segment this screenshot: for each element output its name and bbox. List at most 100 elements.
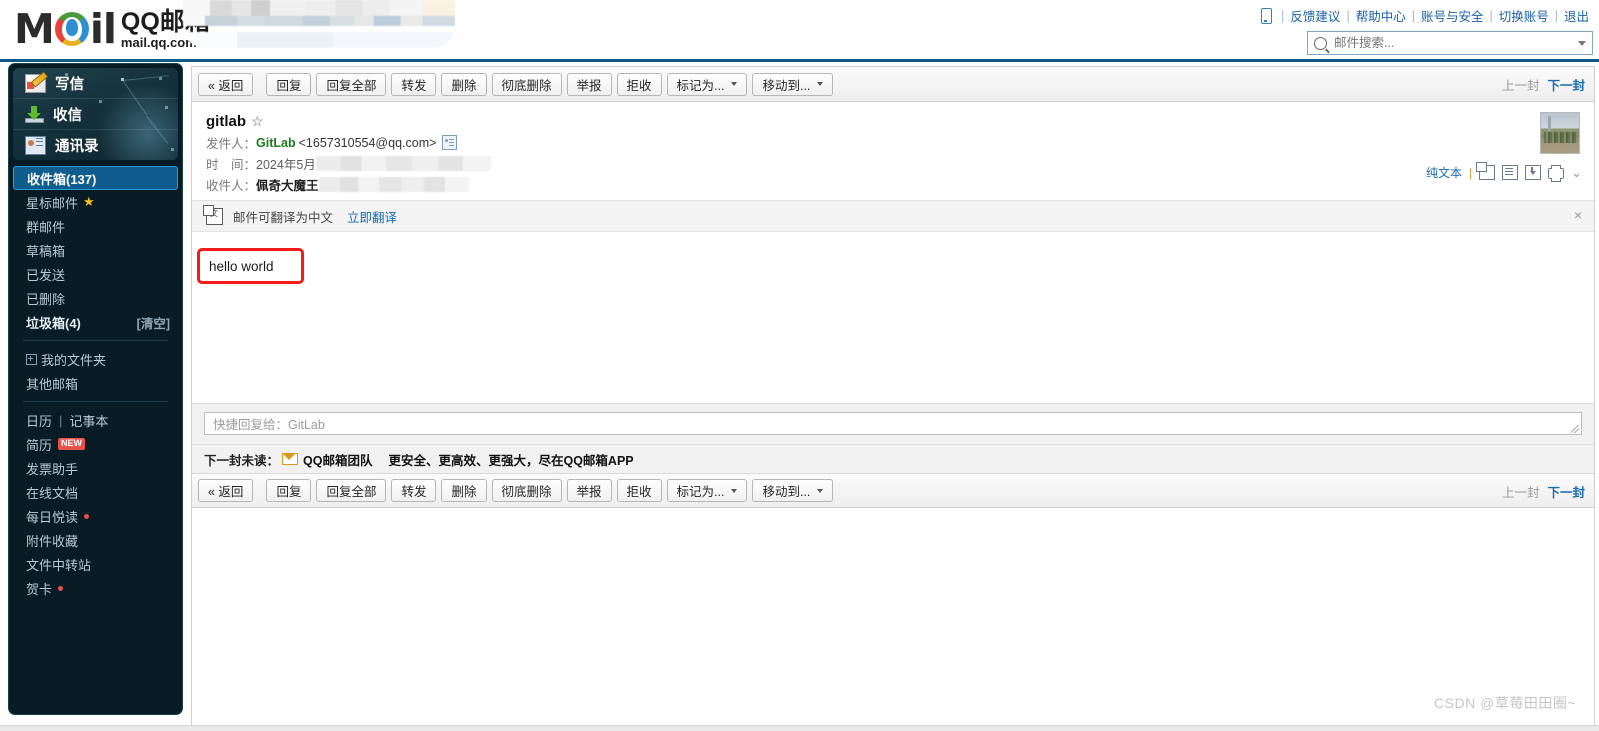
- reply-all-button-bottom-label: 回复全部: [326, 485, 377, 499]
- next-unread-bar[interactable]: 下一封未读： QQ邮箱团队 更安全、更高效、更强大，尽在QQ邮箱APP: [192, 444, 1594, 473]
- sidebar-trash-empty-link[interactable]: [清空]: [137, 313, 170, 332]
- sidebar-item-other-mailbox[interactable]: 其他邮箱: [13, 371, 178, 395]
- empty-area: CSDN @草莓田田圈~: [192, 508, 1594, 721]
- sidebar-compose-write[interactable]: 写信: [13, 68, 178, 98]
- sidebar-item-attachment-favorites-label: 附件收藏: [26, 533, 79, 549]
- resize-handle[interactable]: [1571, 425, 1579, 433]
- sidebar-item-resume[interactable]: 简历 NEW: [13, 432, 178, 456]
- next-unread-subject[interactable]: 更安全、更高效、更强大，尽在QQ邮箱APP: [388, 450, 633, 469]
- sidebar-compose-contacts[interactable]: 通讯录: [13, 129, 178, 160]
- notification-dot-icon: [84, 513, 90, 519]
- chevron-down-icon[interactable]: ⌄: [1571, 166, 1582, 179]
- mail-subject: gitlab ☆: [206, 113, 1580, 130]
- plain-text-link[interactable]: 纯文本: [1426, 164, 1462, 181]
- next-mail-link[interactable]: 下一封: [1547, 75, 1585, 94]
- search-input[interactable]: [1332, 35, 1578, 51]
- sidebar-item-calendar-label[interactable]: 日历: [26, 411, 52, 430]
- qq-mail-logo[interactable]: Mil QQ邮箱 mail.qq.com: [14, 4, 210, 54]
- sidebar-item-calendar-notebook[interactable]: 日历 | 记事本: [13, 408, 178, 432]
- sidebar-item-greeting-card[interactable]: 贺卡: [13, 576, 178, 600]
- sidebar-item-drafts[interactable]: 草稿箱: [13, 238, 178, 262]
- chevron-down-icon: [731, 82, 738, 86]
- redacted-date-remainder: [315, 156, 491, 171]
- reply-all-button-bottom[interactable]: 回复全部: [316, 479, 387, 502]
- sidebar-compose-receive[interactable]: 收信: [13, 98, 178, 129]
- move-to-dropdown[interactable]: 移动到...: [752, 72, 834, 96]
- header-link-switch-account[interactable]: 切换账号: [1499, 6, 1549, 25]
- header-link-logout[interactable]: 退出: [1564, 6, 1589, 25]
- receive-icon: [25, 105, 44, 123]
- watermark: CSDN @草莓田田圈~: [1434, 695, 1576, 711]
- sidebar-item-notebook-label[interactable]: 记事本: [69, 411, 108, 430]
- prev-mail-link-bottom[interactable]: 上一封: [1502, 482, 1540, 501]
- reply-button[interactable]: 回复: [266, 72, 312, 96]
- sidebar-item-group-mail-label: 群邮件: [26, 219, 66, 235]
- sidebar-compose-panel: 写信 收信 通讯录: [13, 68, 178, 160]
- sidebar-item-attachment-favorites[interactable]: 附件收藏: [13, 528, 178, 552]
- save-icon[interactable]: [1525, 165, 1542, 180]
- forward-button-bottom[interactable]: 转发: [391, 479, 437, 502]
- mark-as-dropdown[interactable]: 标记为...: [666, 72, 748, 96]
- sidebar-item-group-mail[interactable]: 群邮件: [13, 214, 178, 238]
- next-unread-sender[interactable]: QQ邮箱团队: [303, 450, 372, 469]
- mail-from-name[interactable]: GitLab: [256, 136, 296, 150]
- mail-nav-top: 上一封 下一封: [1502, 67, 1585, 102]
- star-icon[interactable]: ☆: [251, 113, 264, 130]
- chevron-down-icon[interactable]: [1578, 40, 1586, 46]
- expand-plus-icon[interactable]: [26, 353, 37, 365]
- sidebar-item-daily-reading[interactable]: 每日悦读: [13, 504, 178, 528]
- new-window-icon[interactable]: [1476, 162, 1496, 180]
- forward-button[interactable]: 转发: [391, 72, 437, 96]
- reject-button-bottom-label: 拒收: [626, 485, 652, 499]
- reject-button-bottom[interactable]: 拒收: [616, 479, 662, 502]
- mark-as-dropdown-bottom[interactable]: 标记为...: [666, 479, 748, 502]
- sidebar-item-my-folders[interactable]: 我的文件夹: [13, 347, 178, 371]
- translate-now-link[interactable]: 立即翻译: [347, 207, 397, 226]
- sidebar-item-inbox-label: 收件箱(137): [27, 171, 97, 187]
- reply-button-bottom[interactable]: 回复: [266, 479, 312, 502]
- report-button-bottom[interactable]: 举报: [566, 479, 612, 502]
- header-link-feedback[interactable]: 反馈建议: [1290, 6, 1340, 25]
- mark-as-dropdown-label: 标记为...: [676, 78, 725, 93]
- source-icon[interactable]: [1502, 165, 1519, 180]
- back-button-bottom[interactable]: « 返回: [198, 479, 254, 502]
- mobile-phone-icon[interactable]: [1261, 7, 1273, 24]
- sidebar-item-file-transfer-label: 文件中转站: [26, 557, 92, 573]
- mail-toolbar-top: « 返回 回复 回复全部 转发 删除 彻底删除 举报 拒收 标记为... 移动到…: [192, 67, 1594, 102]
- reply-all-button[interactable]: 回复全部: [316, 72, 387, 96]
- sidebar-item-file-transfer[interactable]: 文件中转站: [13, 552, 178, 576]
- reject-button[interactable]: 拒收: [616, 72, 662, 96]
- mosaic-blur: [183, 0, 455, 48]
- forward-button-bottom-label: 转发: [401, 485, 427, 499]
- sidebar-divider-2: [23, 401, 168, 402]
- next-mail-link-bottom[interactable]: 下一封: [1547, 482, 1585, 501]
- sidebar-item-inbox[interactable]: 收件箱(137): [13, 166, 178, 190]
- permanent-delete-button-bottom[interactable]: 彻底删除: [491, 479, 562, 502]
- sidebar-item-deleted[interactable]: 已删除: [13, 286, 178, 310]
- report-button-bottom-label: 举报: [576, 485, 602, 499]
- report-button[interactable]: 举报: [566, 72, 612, 96]
- print-icon[interactable]: [1548, 165, 1565, 182]
- sidebar-item-trash[interactable]: 垃圾箱(4) [清空]: [13, 310, 178, 334]
- delete-button[interactable]: 删除: [441, 72, 487, 96]
- sidebar-item-online-docs[interactable]: 在线文档: [13, 480, 178, 504]
- header-link-account-security[interactable]: 账号与安全: [1421, 6, 1484, 25]
- delete-button-bottom[interactable]: 删除: [441, 479, 487, 502]
- quick-reply-input-wrapper[interactable]: 快捷回复给：GitLab: [204, 412, 1582, 435]
- move-to-dropdown-bottom[interactable]: 移动到...: [752, 479, 834, 502]
- prev-mail-link[interactable]: 上一封: [1502, 75, 1540, 94]
- back-button[interactable]: « 返回: [198, 72, 254, 96]
- sidebar-item-starred[interactable]: 星标邮件 ★: [13, 190, 178, 214]
- add-to-contacts-icon[interactable]: [442, 135, 458, 150]
- reply-button-bottom-label: 回复: [276, 485, 302, 499]
- header-link-help[interactable]: 帮助中心: [1356, 6, 1406, 25]
- permanent-delete-button[interactable]: 彻底删除: [491, 72, 562, 96]
- sidebar-item-starred-label: 星标邮件: [26, 195, 79, 211]
- sidebar-item-sent[interactable]: 已发送: [13, 262, 178, 286]
- link-separator-1: |: [1346, 8, 1350, 23]
- close-icon[interactable]: ×: [1574, 208, 1582, 222]
- sidebar-item-invoice-assistant[interactable]: 发票助手: [13, 456, 178, 480]
- search-bar[interactable]: [1307, 31, 1593, 55]
- permanent-delete-button-label: 彻底删除: [501, 78, 552, 93]
- new-badge: NEW: [58, 438, 86, 450]
